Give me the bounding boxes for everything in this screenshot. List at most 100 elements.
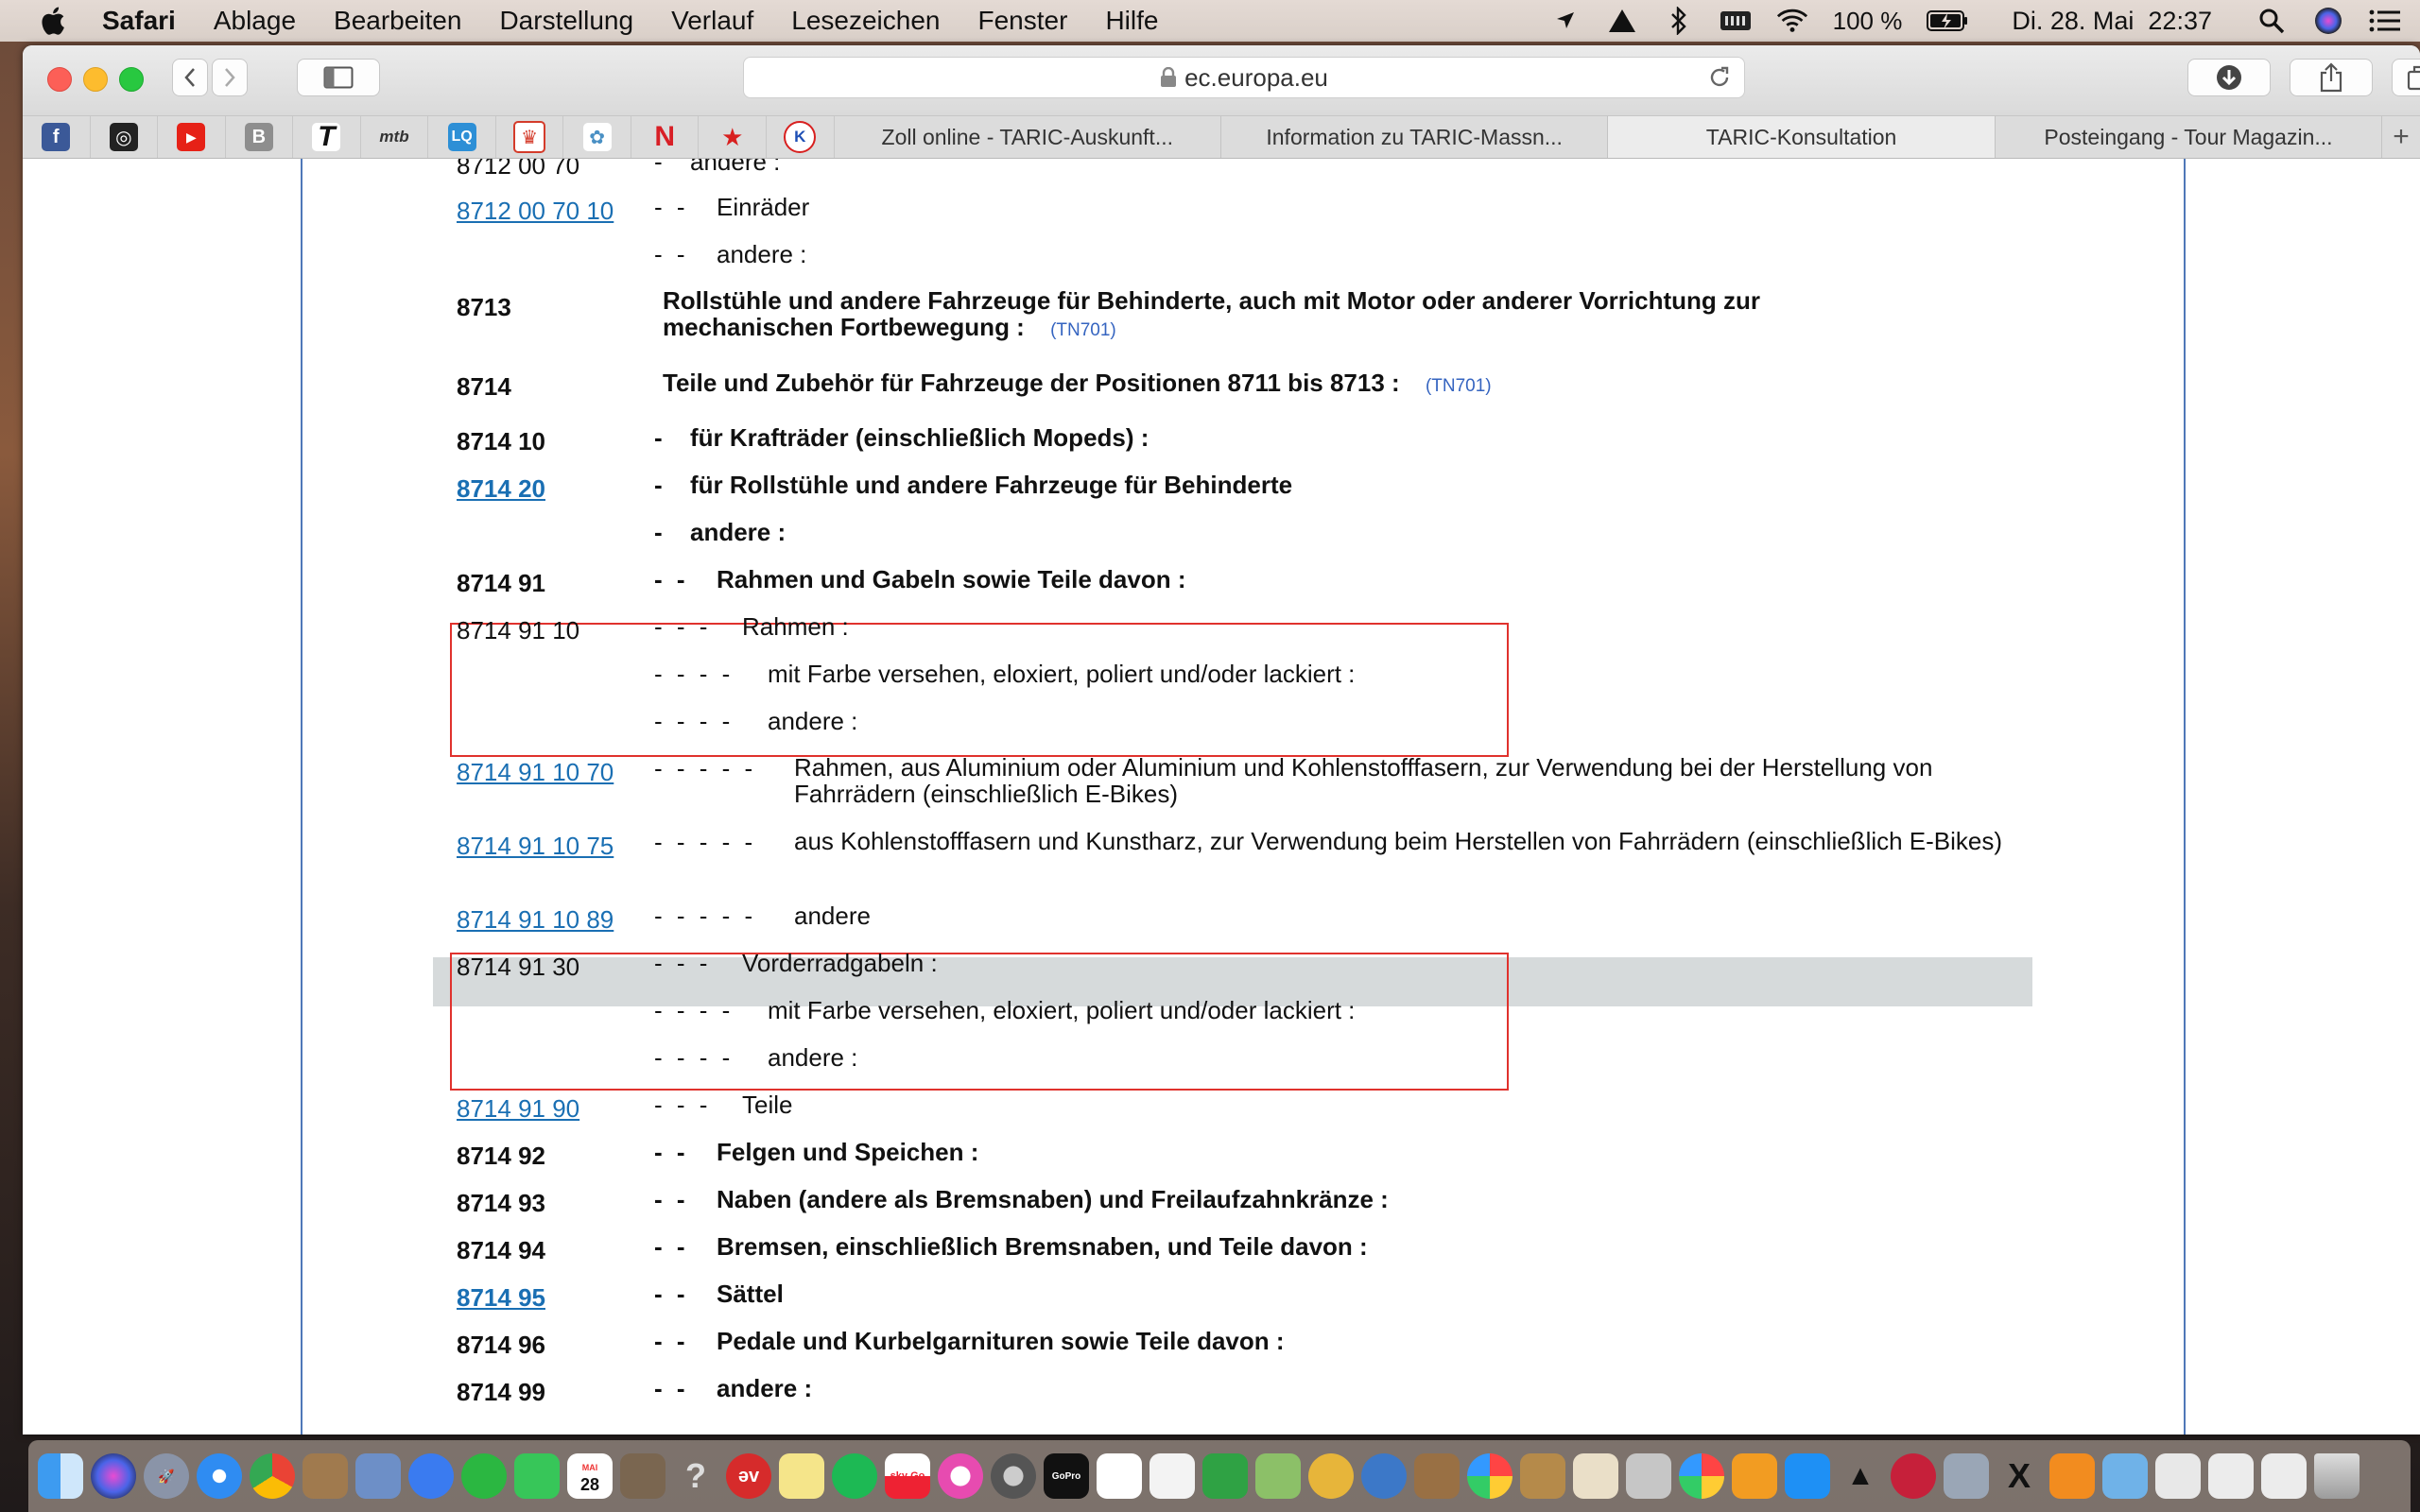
dock-photos-2-icon[interactable] bbox=[1679, 1453, 1724, 1499]
dock-notes-app-icon[interactable] bbox=[302, 1453, 348, 1499]
tab-taric-konsultation[interactable]: TARIC-Konsultation bbox=[1608, 116, 1996, 158]
siri-icon[interactable] bbox=[2312, 7, 2344, 35]
dock-safari-icon[interactable] bbox=[197, 1453, 242, 1499]
taric-code-link[interactable]: 8714 95 bbox=[457, 1283, 545, 1313]
share-button[interactable] bbox=[2290, 59, 2373, 96]
favorite-star[interactable]: ★ bbox=[699, 116, 768, 158]
taric-code-link[interactable]: 8714 91 10 75 bbox=[457, 832, 614, 861]
menu-ablage[interactable]: Ablage bbox=[214, 6, 296, 36]
dock-trash-icon[interactable] bbox=[2314, 1453, 2360, 1499]
wifi-icon[interactable] bbox=[1776, 7, 1808, 35]
dock-app-store-icon[interactable] bbox=[1785, 1453, 1830, 1499]
airplay-icon[interactable] bbox=[1606, 7, 1638, 35]
downloads-button[interactable] bbox=[2187, 59, 2271, 96]
dock-documents-icon[interactable] bbox=[2261, 1453, 2307, 1499]
dock-photos-icon[interactable] bbox=[1467, 1453, 1512, 1499]
tab-overview-button[interactable] bbox=[2392, 59, 2420, 96]
dock-books-icon[interactable] bbox=[1732, 1453, 1777, 1499]
dock-image-capture-icon[interactable] bbox=[1944, 1453, 1989, 1499]
clock[interactable]: Di. 28. Mai 22:37 bbox=[2012, 7, 2212, 36]
favorite-netflix[interactable]: N bbox=[631, 116, 700, 158]
bluetooth-icon[interactable] bbox=[1663, 7, 1695, 35]
menu-darstellung[interactable]: Darstellung bbox=[499, 6, 633, 36]
menu-fenster[interactable]: Fenster bbox=[978, 6, 1068, 36]
taric-note-link[interactable]: (TN701) bbox=[1050, 320, 1116, 340]
dock-calendar-icon[interactable]: MAI 28 bbox=[567, 1453, 613, 1499]
dock-siri-icon[interactable] bbox=[91, 1453, 136, 1499]
taric-note-link[interactable]: (TN701) bbox=[1426, 376, 1492, 396]
zoom-window-button[interactable] bbox=[119, 67, 144, 92]
menu-bearbeiten[interactable]: Bearbeiten bbox=[334, 6, 461, 36]
menu-hilfe[interactable]: Hilfe bbox=[1105, 6, 1158, 36]
dock-archive-icon[interactable] bbox=[1520, 1453, 1565, 1499]
dock-finder-icon[interactable] bbox=[38, 1453, 83, 1499]
tab-zoll-online[interactable]: Zoll online - TARIC-Auskunft... bbox=[835, 116, 1221, 158]
dock-compass-icon[interactable] bbox=[1308, 1453, 1354, 1499]
dock-chrome-icon[interactable] bbox=[250, 1453, 295, 1499]
close-window-button[interactable] bbox=[47, 67, 72, 92]
tab-taric-info[interactable]: Information zu TARIC-Massn... bbox=[1221, 116, 1609, 158]
dock-ev-app-icon[interactable]: ǝv bbox=[726, 1453, 771, 1499]
dock-files-icon[interactable] bbox=[1573, 1453, 1618, 1499]
menu-lesezeichen[interactable]: Lesezeichen bbox=[791, 6, 940, 36]
dock-gopro-icon[interactable]: GoPro bbox=[1044, 1453, 1089, 1499]
battery-icon[interactable] bbox=[1927, 7, 1968, 35]
favorite-mtb[interactable]: mtb bbox=[361, 116, 429, 158]
dock-system-preferences-icon[interactable] bbox=[991, 1453, 1036, 1499]
favorite-shield[interactable]: ♛ bbox=[496, 116, 564, 158]
notification-center-icon[interactable] bbox=[2369, 7, 2401, 35]
dock-reminders-icon[interactable] bbox=[1097, 1453, 1142, 1499]
address-bar[interactable]: ec.europa.eu bbox=[743, 57, 1745, 98]
dock-downloads-icon[interactable] bbox=[2208, 1453, 2254, 1499]
dock-stickies-icon[interactable] bbox=[779, 1453, 824, 1499]
favorite-seal[interactable]: ✿ bbox=[563, 116, 631, 158]
new-tab-button[interactable]: + bbox=[2382, 116, 2420, 158]
dock-maps-icon[interactable] bbox=[1255, 1453, 1301, 1499]
tab-posteingang[interactable]: Posteingang - Tour Magazin... bbox=[1996, 116, 2383, 158]
dock-installer-icon[interactable] bbox=[620, 1453, 666, 1499]
dock-x11-icon[interactable]: X bbox=[1996, 1453, 2042, 1499]
dock-utility-icon[interactable] bbox=[1414, 1453, 1460, 1499]
back-button[interactable] bbox=[172, 59, 208, 96]
location-icon[interactable] bbox=[1549, 7, 1582, 35]
taric-code-link[interactable]: 8714 91 10 70 bbox=[457, 758, 614, 787]
favorite-k[interactable]: K bbox=[767, 116, 835, 158]
forward-button[interactable] bbox=[212, 59, 248, 96]
dock-facetime-icon[interactable] bbox=[514, 1453, 560, 1499]
dock-preview-icon[interactable] bbox=[355, 1453, 401, 1499]
dock-drive-icon[interactable] bbox=[1626, 1453, 1671, 1499]
spotlight-icon[interactable] bbox=[2256, 7, 2288, 35]
taric-code-link[interactable]: 8712 00 70 10 bbox=[457, 197, 614, 226]
taric-code-link[interactable]: 8714 91 90 bbox=[457, 1094, 579, 1124]
favorite-lq[interactable]: LQ bbox=[428, 116, 496, 158]
dock-sky-go-icon[interactable]: sky Go bbox=[885, 1453, 930, 1499]
favorite-instagram[interactable]: ◎ bbox=[91, 116, 159, 158]
reload-icon[interactable] bbox=[1708, 66, 1731, 89]
minimize-window-button[interactable] bbox=[83, 67, 108, 92]
taric-code-link[interactable]: 8714 20 bbox=[457, 474, 545, 504]
dock-spotify-icon[interactable] bbox=[832, 1453, 877, 1499]
dock-network-icon[interactable] bbox=[1361, 1453, 1407, 1499]
favorite-t[interactable]: T bbox=[293, 116, 361, 158]
dock-folder-icon[interactable] bbox=[2102, 1453, 2148, 1499]
favorite-b[interactable]: B bbox=[226, 116, 294, 158]
dock-pages-icon[interactable] bbox=[2049, 1453, 2095, 1499]
dock-whatsapp-icon[interactable] bbox=[461, 1453, 507, 1499]
dock-photo-booth-icon[interactable] bbox=[1891, 1453, 1936, 1499]
dock-inkscape-icon[interactable]: ▲ bbox=[1838, 1453, 1883, 1499]
favorite-facebook[interactable]: f bbox=[23, 116, 91, 158]
apple-menu-icon[interactable] bbox=[38, 5, 66, 37]
dock-textedit-icon[interactable] bbox=[1150, 1453, 1195, 1499]
dock-numbers-icon[interactable] bbox=[1202, 1453, 1248, 1499]
dock-messenger-icon[interactable] bbox=[408, 1453, 454, 1499]
favorite-youtube[interactable]: ▶ bbox=[158, 116, 226, 158]
menu-verlauf[interactable]: Verlauf bbox=[671, 6, 753, 36]
dock-help-icon[interactable]: ? bbox=[673, 1453, 718, 1499]
menu-app-name[interactable]: Safari bbox=[102, 6, 176, 36]
memory-icon[interactable] bbox=[1720, 7, 1752, 35]
sidebar-toggle-button[interactable] bbox=[297, 59, 380, 96]
dock-launchpad-icon[interactable]: 🚀 bbox=[144, 1453, 189, 1499]
dock-folder-2-icon[interactable] bbox=[2155, 1453, 2201, 1499]
taric-code-link[interactable]: 8714 91 10 89 bbox=[457, 905, 614, 935]
dock-itunes-icon[interactable] bbox=[938, 1453, 983, 1499]
